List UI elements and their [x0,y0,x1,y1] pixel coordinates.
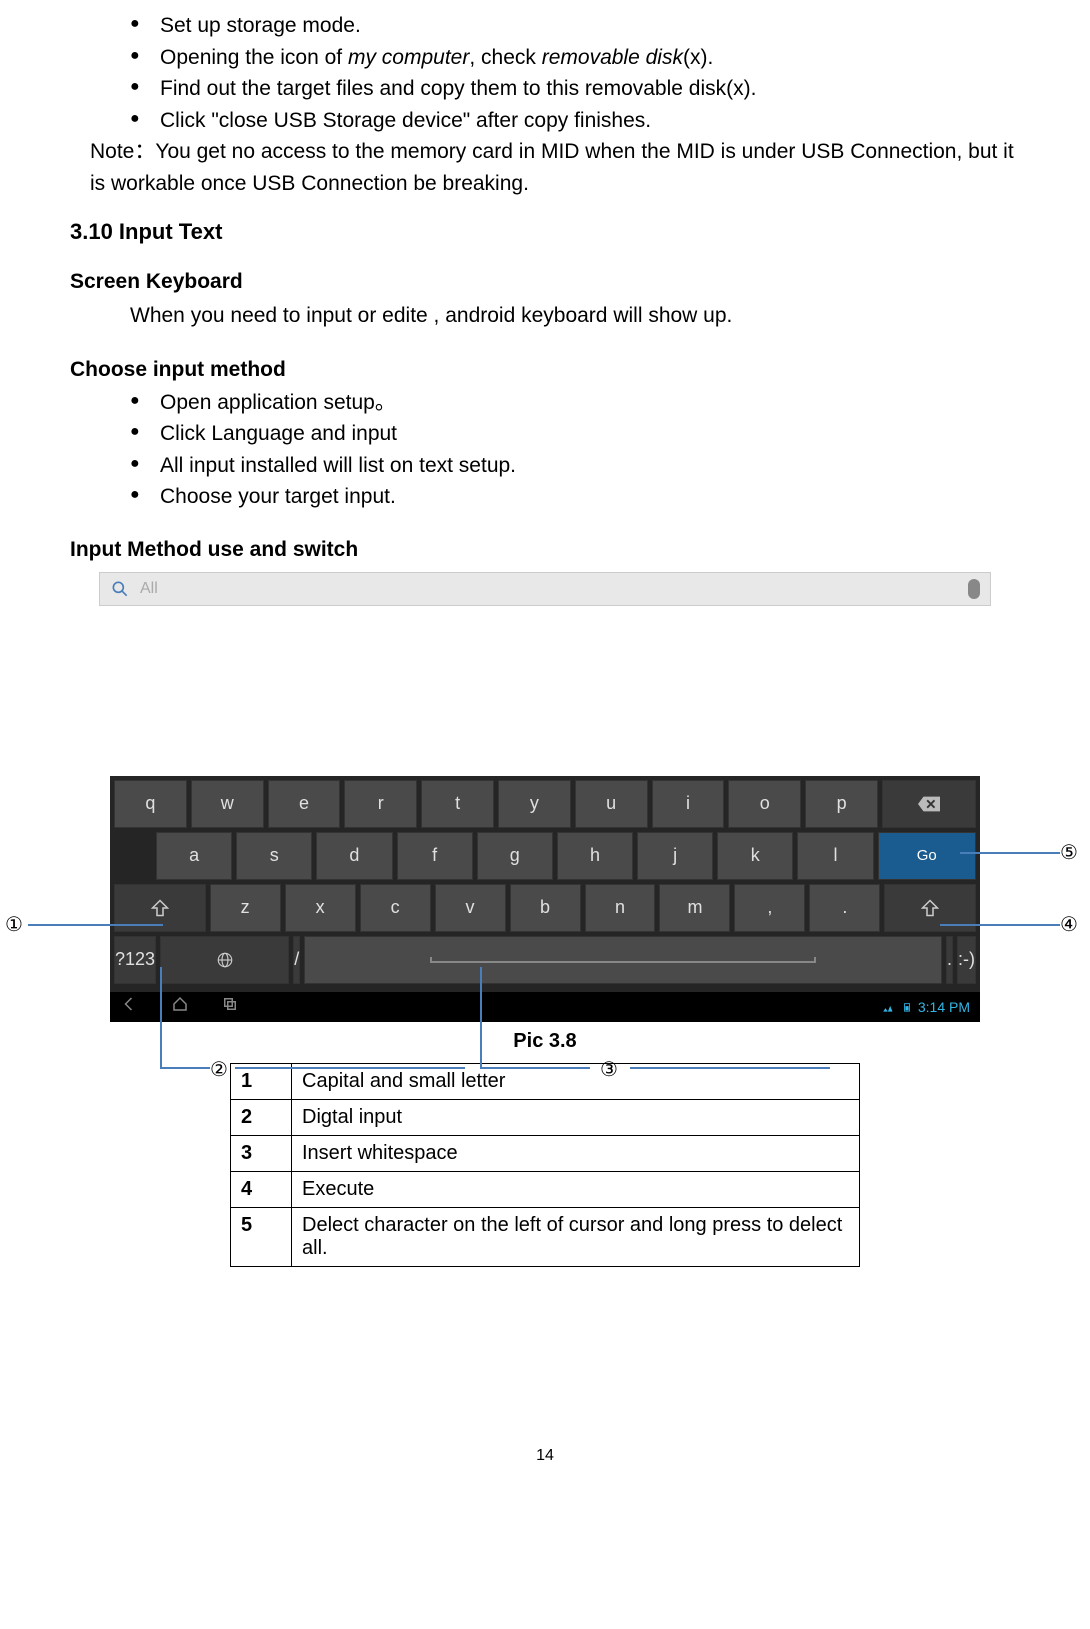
sub-heading-switch: Input Method use and switch [70,538,1020,562]
sub-heading-screen-keyboard: Screen Keyboard [70,270,1020,294]
callout-line [160,967,162,1067]
key-q[interactable]: q [114,780,187,828]
key-x[interactable]: x [285,884,356,932]
key-g[interactable]: g [477,832,553,880]
key-,[interactable]: , [734,884,805,932]
key-n[interactable]: n [585,884,656,932]
key-a[interactable]: a [156,832,232,880]
list-item: Find out the target files and copy them … [130,73,1020,105]
search-icon [110,579,130,599]
list-item: Opening the icon of my computer, check r… [130,42,1020,74]
list-item: Set up storage mode. [130,10,1020,42]
period-key[interactable]: . [946,936,953,984]
key-k[interactable]: k [717,832,793,880]
key-p[interactable]: p [805,780,878,828]
callout-line [630,1067,830,1069]
key-l[interactable]: l [797,832,873,880]
list-item: Click Language and input [130,418,1020,450]
list-item: Choose your target input. [130,481,1020,513]
recent-icon[interactable] [220,995,240,1018]
key-e[interactable]: e [268,780,341,828]
table-row: 5Delect character on the left of cursor … [231,1207,860,1266]
search-bar: All [99,572,991,606]
choose-bullet-list: Open application setup。 Click Language a… [130,387,1020,513]
key-.[interactable]: . [809,884,880,932]
legend-number: 4 [231,1171,292,1207]
table-row: 2Digtal input [231,1099,860,1135]
keyboard: qwertyuiop asdfghjklGo zxcvbnm,. ?123 /.:… [110,776,980,992]
callout-line [28,924,163,926]
section-heading: 3.10 Input Text [70,219,1020,245]
legend-text: Execute [292,1171,860,1207]
key-o[interactable]: o [728,780,801,828]
legend-text: Digtal input [292,1099,860,1135]
figure-caption: Pic 3.8 [0,1030,1090,1053]
top-bullet-list: Set up storage mode. Opening the icon of… [130,10,1020,136]
callout-4: ④ [1060,912,1078,937]
body-text: When you need to input or edite , androi… [130,299,1020,333]
key-d[interactable]: d [316,832,392,880]
key-u[interactable]: u [575,780,648,828]
language-key[interactable] [160,936,289,984]
key-f[interactable]: f [397,832,473,880]
key-m[interactable]: m [659,884,730,932]
symbols-key[interactable]: ?123 [114,936,156,984]
key-j[interactable]: j [637,832,713,880]
key-h[interactable]: h [557,832,633,880]
table-row: 3Insert whitespace [231,1135,860,1171]
key-z[interactable]: z [210,884,281,932]
callout-line [940,924,1060,926]
sub-heading-choose: Choose input method [70,358,1020,382]
key-i[interactable]: i [652,780,725,828]
callout-1: ① [5,912,23,937]
status-time: 3:14 PM [882,999,970,1015]
legend-text: Insert whitespace [292,1135,860,1171]
callout-line [480,967,482,1067]
backspace-key[interactable] [882,780,976,828]
key-y[interactable]: y [498,780,571,828]
key-r[interactable]: r [344,780,417,828]
legend-text: Delect character on the left of cursor a… [292,1207,860,1266]
slash-key[interactable]: / [293,936,300,984]
key-v[interactable]: v [435,884,506,932]
back-icon[interactable] [120,995,140,1018]
list-item: Open application setup。 [130,387,1020,419]
callout-2: ② [210,1057,228,1082]
list-item: Click "close USB Storage device" after c… [130,105,1020,137]
callout-line [160,1067,210,1069]
go-key[interactable]: Go [878,832,976,880]
smiley-key[interactable]: :-) [957,936,976,984]
callout-line [235,1067,465,1069]
home-icon[interactable] [170,995,190,1018]
callout-line [960,852,1060,854]
key-b[interactable]: b [510,884,581,932]
page-number: 14 [70,1447,1020,1465]
table-row: 4Execute [231,1171,860,1207]
callout-line [480,1067,590,1069]
key-t[interactable]: t [421,780,494,828]
key-c[interactable]: c [360,884,431,932]
microphone-icon[interactable] [968,579,980,599]
legend-number: 5 [231,1207,292,1266]
list-item: All input installed will list on text se… [130,450,1020,482]
legend-number: 3 [231,1135,292,1171]
key-s[interactable]: s [236,832,312,880]
legend-number: 2 [231,1099,292,1135]
search-input[interactable]: All [140,580,958,598]
android-navbar: 3:14 PM [110,992,980,1022]
legend-table: 1Capital and small letter2Digtal input3I… [230,1063,860,1267]
key-w[interactable]: w [191,780,264,828]
callout-5: ⑤ [1060,840,1078,865]
space-key[interactable] [304,936,942,984]
callout-3: ③ [600,1057,618,1082]
note-text: Note：You get no access to the memory car… [90,136,1020,199]
keyboard-figure: All qwertyuiop asdfghjklGo zxcvbnm,. ?12… [0,572,1090,1267]
